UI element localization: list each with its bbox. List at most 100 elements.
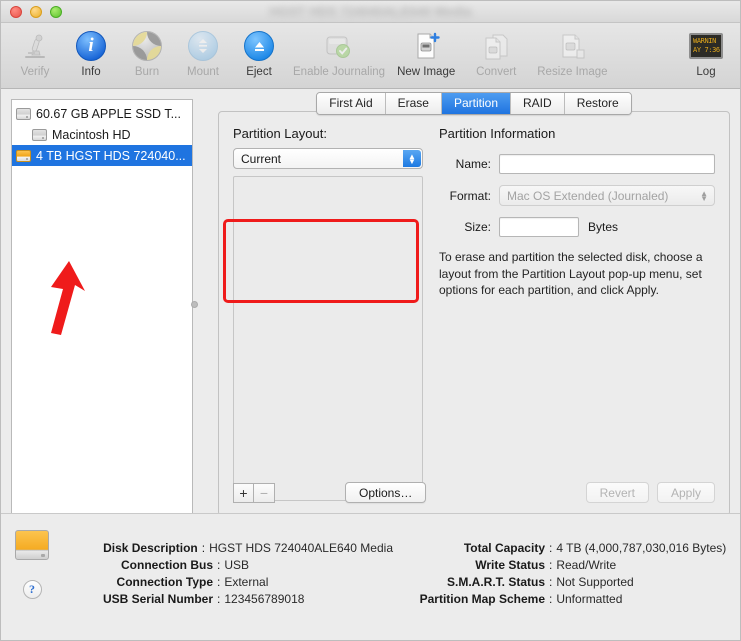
convert-icon [480, 29, 512, 63]
disk-list-sidebar[interactable]: 60.67 GB APPLE SSD T... Macintosh HD 4 T… [11, 99, 193, 516]
remove-partition-button[interactable]: − [254, 483, 275, 503]
info-value: Read/Write [556, 557, 616, 574]
sidebar-item-macintosh-hd[interactable]: Macintosh HD [12, 124, 192, 145]
sidebar-label-macintosh-hd: Macintosh HD [52, 128, 131, 142]
resize-image-icon [556, 29, 588, 63]
main-panel: First Aid Erase Partition RAID Restore P… [218, 99, 730, 516]
journaling-icon [322, 29, 356, 63]
internal-drive-icon [16, 108, 31, 120]
log-screen-line-2: AY 7:36 [693, 46, 719, 55]
toolbar-button-mount[interactable]: Mount [175, 27, 231, 78]
content-area: 60.67 GB APPLE SSD T... Macintosh HD 4 T… [1, 89, 740, 516]
info-row-disk-description: Disk Description : HGST HDS 724040ALE640… [63, 540, 393, 557]
info-separator: : [545, 540, 556, 557]
tab-raid[interactable]: RAID [511, 93, 565, 114]
toolbar-label-info: Info [81, 66, 100, 78]
apply-button[interactable]: Apply [657, 482, 715, 503]
toolbar-label-log: Log [696, 66, 715, 78]
info-key: Connection Type [63, 574, 213, 591]
disk-info-columns: Disk Description : HGST HDS 724040ALE640… [63, 514, 740, 640]
title-bar: HGST HDS 724040ALE640 Media [1, 1, 740, 23]
partition-layout-heading: Partition Layout: [233, 126, 423, 141]
tab-erase[interactable]: Erase [386, 93, 442, 114]
toolbar-button-info[interactable]: i Info [63, 27, 119, 78]
tab-first-aid[interactable]: First Aid [317, 93, 385, 114]
tab-partition[interactable]: Partition [442, 93, 511, 114]
new-image-icon [410, 29, 442, 63]
disk-info-footer: ? Disk Description : HGST HDS 724040ALE6… [1, 513, 740, 640]
toolbar-label-eject: Eject [246, 66, 272, 78]
format-popup[interactable]: Mac OS Extended (Journaled) ▲▼ [499, 185, 715, 206]
info-value: External [224, 574, 268, 591]
info-row-connection-type: Connection Type : External [63, 574, 393, 591]
toolbar-label-burn: Burn [135, 66, 159, 78]
info-value: 123456789018 [224, 591, 304, 608]
name-label: Name: [439, 157, 491, 171]
burn-icon [132, 29, 162, 63]
toolbar-button-eject[interactable]: Eject [231, 27, 287, 78]
info-key: Partition Map Scheme [393, 591, 545, 608]
revert-button[interactable]: Revert [586, 482, 649, 503]
info-key: Total Capacity [393, 540, 545, 557]
partition-layout-section: Partition Layout: Current ▲▼ [233, 126, 423, 515]
info-value: HGST HDS 724040ALE640 Media [209, 540, 393, 557]
toolbar-button-convert[interactable]: Convert [461, 27, 531, 78]
disk-info-right-column: Total Capacity : 4 TB (4,000,787,030,016… [393, 540, 726, 640]
toolbar: Verify i Info Burn [1, 23, 740, 89]
partition-diagram-list[interactable] [233, 176, 423, 501]
info-separator: : [545, 557, 556, 574]
tab-restore[interactable]: Restore [565, 93, 631, 114]
format-field-row: Format: Mac OS Extended (Journaled) ▲▼ [439, 185, 715, 206]
add-remove-partition-group: + − [233, 483, 275, 503]
sidebar-item-hgst-4tb[interactable]: 4 TB HGST HDS 724040... [12, 145, 192, 166]
info-row-smart-status: S.M.A.R.T. Status : Not Supported [393, 574, 726, 591]
info-row-usb-serial-number: USB Serial Number : 123456789018 [63, 591, 393, 608]
sidebar-item-apple-ssd[interactable]: 60.67 GB APPLE SSD T... [12, 103, 192, 124]
size-input[interactable] [499, 217, 579, 237]
help-button[interactable]: ? [23, 580, 42, 599]
info-key: Connection Bus [63, 557, 213, 574]
info-row-connection-bus: Connection Bus : USB [63, 557, 393, 574]
external-drive-icon [15, 530, 49, 560]
info-value: Unformatted [556, 591, 622, 608]
info-separator: : [213, 557, 224, 574]
toolbar-label-verify: Verify [21, 66, 50, 78]
info-value: 4 TB (4,000,787,030,016 Bytes) [556, 540, 726, 557]
toolbar-label-resize-image: Resize Image [537, 66, 607, 78]
toolbar-button-verify[interactable]: Verify [7, 27, 63, 78]
toolbar-label-convert: Convert [476, 66, 516, 78]
info-key: Disk Description [63, 540, 198, 557]
info-key: Write Status [393, 557, 545, 574]
format-label: Format: [439, 189, 491, 203]
sidebar-label-apple-ssd: 60.67 GB APPLE SSD T... [36, 107, 181, 121]
options-button[interactable]: Options… [345, 482, 426, 503]
eject-icon [244, 29, 274, 63]
size-field-row: Size: Bytes [439, 217, 715, 237]
toolbar-button-resize-image[interactable]: Resize Image [531, 27, 613, 78]
name-input[interactable] [499, 154, 715, 174]
partition-layout-selected-value: Current [241, 152, 281, 166]
disk-info-left-column: Disk Description : HGST HDS 724040ALE640… [63, 540, 393, 640]
info-separator: : [545, 574, 556, 591]
external-drive-icon [16, 150, 31, 162]
size-unit-label: Bytes [588, 220, 618, 234]
toolbar-label-mount: Mount [187, 66, 219, 78]
add-partition-button[interactable]: + [233, 483, 254, 503]
info-value: USB [224, 557, 249, 574]
partition-layout-popup[interactable]: Current ▲▼ [233, 148, 423, 169]
toolbar-button-log[interactable]: WARNIN AY 7:36 Log [678, 27, 734, 78]
toolbar-label-new-image: New Image [397, 66, 455, 78]
pane-splitter-handle[interactable] [191, 301, 198, 308]
name-field-row: Name: [439, 154, 715, 174]
info-key: USB Serial Number [63, 591, 213, 608]
partition-information-section: Partition Information Name: Format: Mac … [423, 126, 715, 515]
toolbar-button-new-image[interactable]: New Image [391, 27, 461, 78]
panel-button-row: + − Options… Revert Apply [233, 482, 715, 503]
footer-icon-column: ? [1, 514, 63, 640]
info-row-write-status: Write Status : Read/Write [393, 557, 726, 574]
info-row-total-capacity: Total Capacity : 4 TB (4,000,787,030,016… [393, 540, 726, 557]
toolbar-button-burn[interactable]: Burn [119, 27, 175, 78]
toolbar-button-enable-journaling[interactable]: Enable Journaling [287, 27, 391, 78]
toolbar-label-enable-journaling: Enable Journaling [293, 66, 385, 78]
chevron-updown-icon: ▲▼ [700, 191, 708, 201]
